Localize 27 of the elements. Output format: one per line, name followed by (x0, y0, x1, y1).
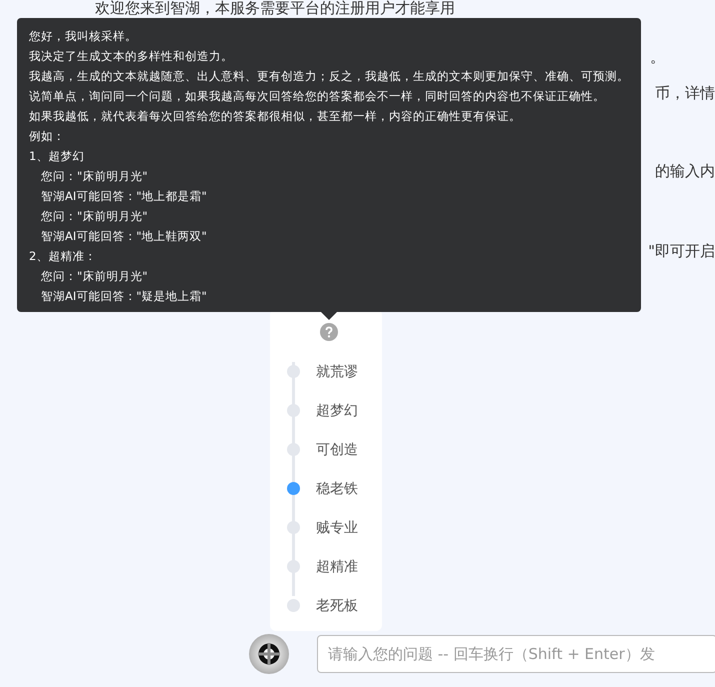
tooltip-text: 我越高，生成的文本就越随意、出人意料、更有创造力；反之，我越低，生成的文本则更加保守、准确、可预测。 (29, 68, 629, 85)
example-text: 智湖AI可能回答："地上鞋两双" (40, 228, 208, 245)
slider-option[interactable]: 就荒谬 (287, 352, 358, 391)
example-text: 您问："床前明月光" (40, 208, 149, 225)
slider-option[interactable]: 超梦幻 (287, 391, 358, 430)
tooltip-text: 例如： (29, 128, 66, 145)
slider-option[interactable]: 老死板 (287, 586, 358, 625)
slider-option[interactable]: 稳老铁 (287, 469, 358, 508)
tooltip-text: 说简单点，询问同一个问题，如果我越高每次回答给您的答案都会不一样，同时回答的内容也不保证正确性。 (29, 88, 606, 105)
tooltip-text: 我决定了生成文本的多样性和创造力。 (29, 48, 234, 65)
question-input[interactable]: 请输入您的问题 -- 回车换行（Shift + Enter）发 (317, 635, 715, 673)
tooltip-text: 您好，我叫核采样。 (29, 28, 138, 45)
slider-option[interactable]: 贼专业 (287, 508, 358, 547)
slider-option[interactable]: 可创造 (287, 430, 358, 469)
welcome-text: 欢迎您来到智湖，本服务需要平台的注册用户才能享用 (94, 0, 456, 19)
example-text: 智湖AI可能回答："疑是地上霜" (40, 288, 208, 305)
slider-option[interactable]: 超精准 (287, 547, 358, 586)
body-text: 币，详情 (655, 83, 715, 104)
example-text: 智湖AI可能回答："地上都是霜" (40, 188, 208, 205)
body-text: 的输入内 (655, 161, 715, 182)
example-title: 2、超精准： (29, 248, 98, 265)
example-title: 1、超梦幻 (29, 148, 86, 165)
body-text: "即可开启 (648, 241, 715, 262)
example-text: 您问："床前明月光" (40, 268, 149, 285)
tooltip-text: 如果我越低，就代表着每次回答给您的答案都很相似，甚至都一样，内容的正确性更有保证。 (29, 108, 522, 125)
example-text: 您问："床前明月光" (40, 168, 149, 185)
body-text: 。 (650, 47, 665, 68)
